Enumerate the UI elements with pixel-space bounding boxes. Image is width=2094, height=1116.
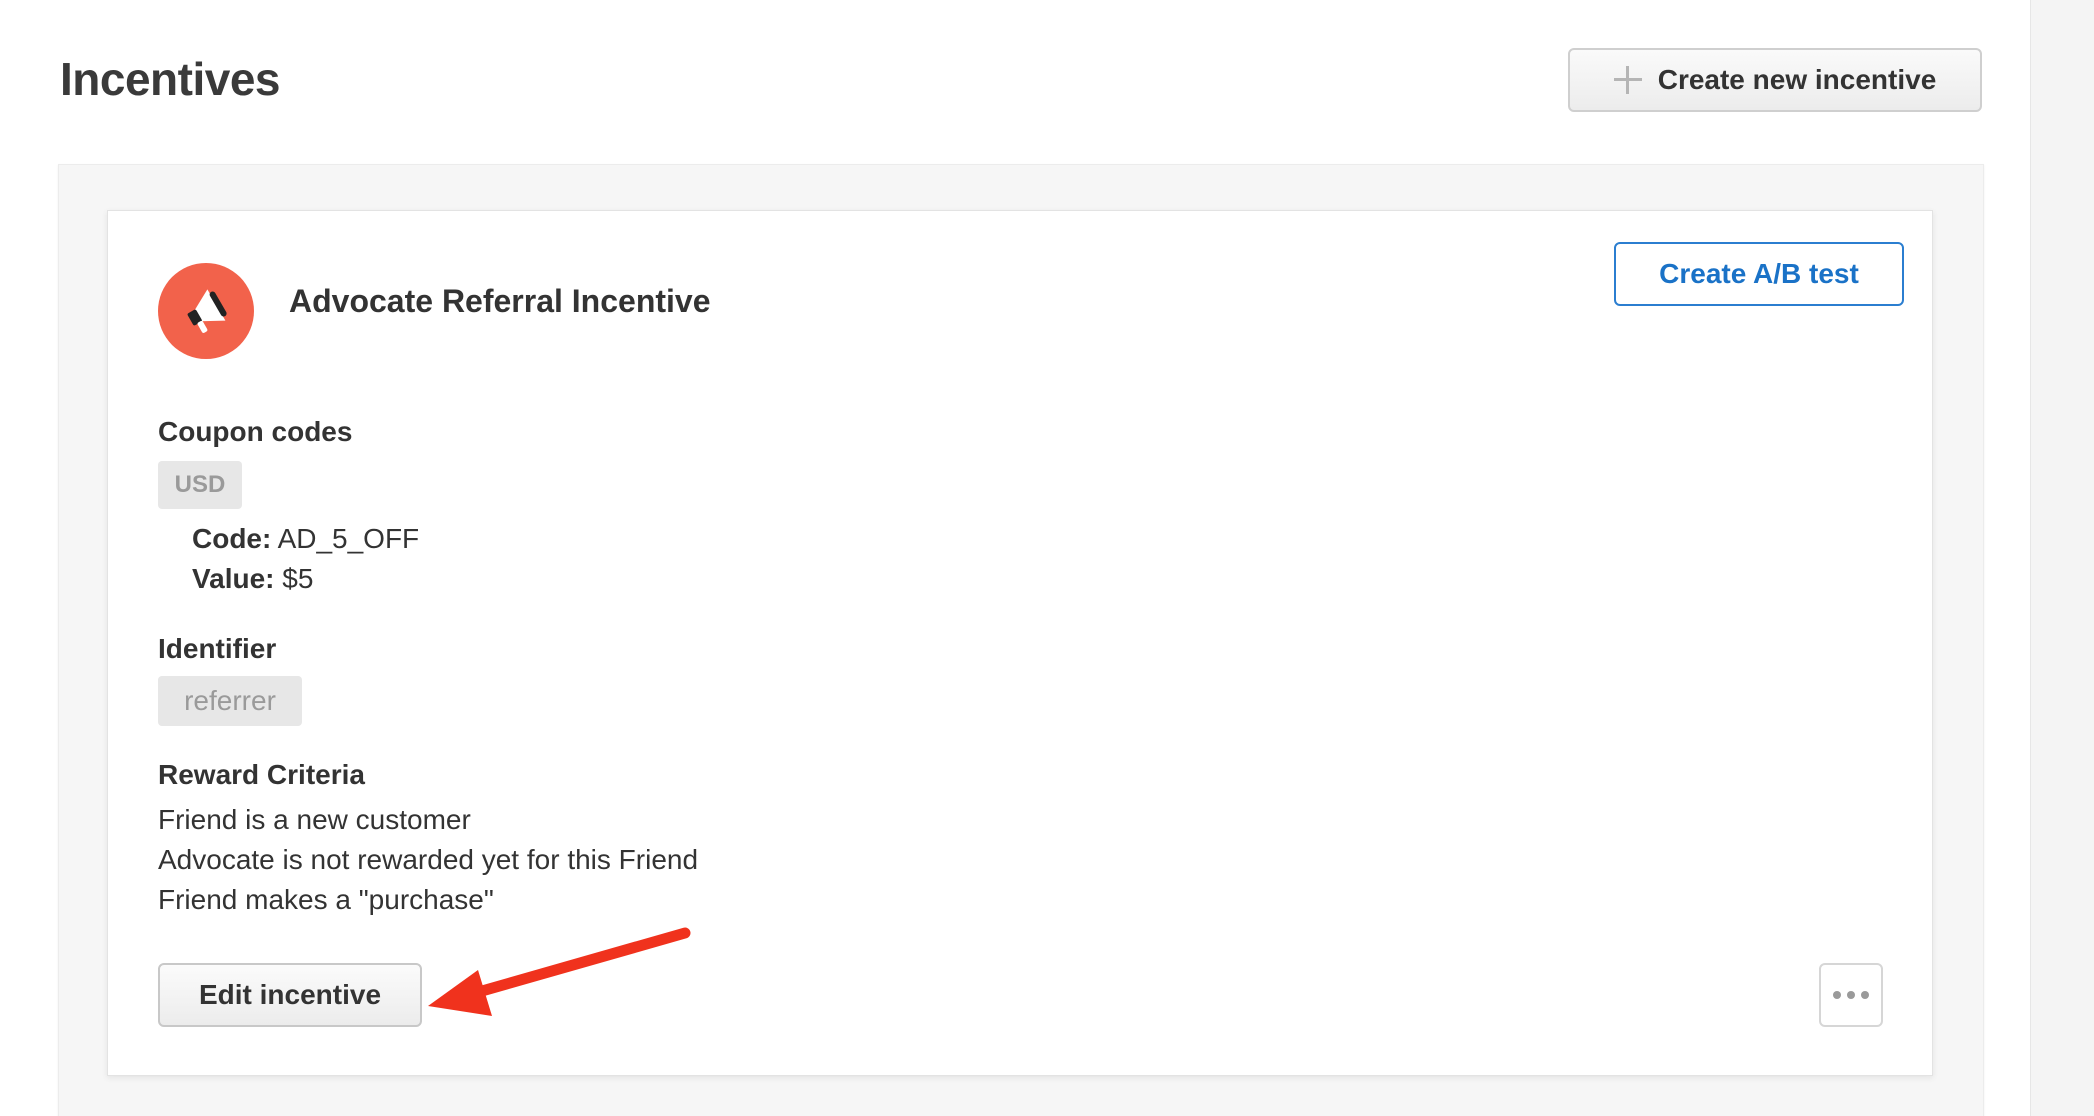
identifier-heading: Identifier [158,633,277,664]
more-options-icon [1833,991,1841,999]
coupon-code-row: Code: AD_5_OFF [192,523,419,555]
more-options-button[interactable] [1819,963,1883,1027]
reward-criteria-item: Friend is a new customer [158,804,471,835]
plus-icon [1613,66,1642,94]
incentive-card: Advocate Referral Incentive Create A/B t… [107,210,1933,1076]
right-gutter [2030,0,2094,1116]
incentive-name: Advocate Referral Incentive [289,283,711,319]
coupon-code-value: AD_5_OFF [277,523,420,554]
create-new-incentive-button[interactable]: Create new incentive [1568,48,1982,112]
megaphone-icon [158,263,254,359]
create-new-incentive-label: Create new incentive [1657,64,1937,95]
coupon-value-value: $5 [282,563,314,594]
identifier-badge: referrer [158,676,302,726]
reward-criteria-item: Friend makes a "purchase" [158,884,494,915]
reward-criteria-heading: Reward Criteria [158,759,365,790]
more-options-dot [1861,991,1869,999]
reward-criteria-item: Advocate is not rewarded yet for this Fr… [158,844,699,875]
create-ab-test-button[interactable]: Create A/B test [1614,242,1904,306]
coupon-code-label: Code: [192,523,272,554]
more-options-dot [1847,991,1855,999]
coupon-value-label: Value: [192,563,275,594]
coupon-value-row: Value: $5 [192,563,313,595]
edit-incentive-button[interactable]: Edit incentive [158,963,422,1027]
page-title: Incentives [60,53,281,105]
coupon-codes-heading: Coupon codes [158,416,353,447]
annotation-arrow-icon [428,927,691,1016]
currency-badge: USD [158,461,242,509]
